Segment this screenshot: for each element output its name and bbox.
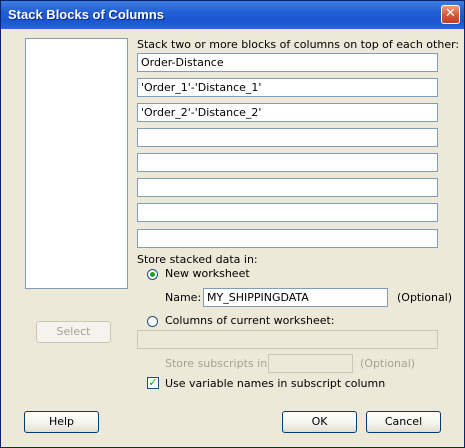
stack-row-5[interactable]: [137, 153, 438, 172]
stack-row-2[interactable]: 'Order_1'-'Distance_1': [137, 78, 438, 97]
stack-row-3[interactable]: 'Order_2'-'Distance_2': [137, 103, 438, 122]
use-variable-names-label: Use variable names in subscript column: [165, 377, 386, 390]
dialog-body: Stack two or more blocks of columns on t…: [4, 29, 461, 444]
ok-button[interactable]: OK: [282, 411, 357, 433]
columns-input[interactable]: [137, 330, 438, 349]
select-button[interactable]: Select: [36, 321, 111, 343]
close-icon: ✕: [445, 6, 456, 21]
dialog-title: Stack Blocks of Columns: [8, 7, 165, 22]
current-worksheet-radio[interactable]: [147, 316, 158, 327]
variable-listbox[interactable]: [25, 38, 128, 289]
checkmark-icon: ✓: [148, 376, 158, 389]
stack-instruction: Stack two or more blocks of columns on t…: [137, 38, 460, 51]
stack-row-8[interactable]: [137, 229, 438, 248]
worksheet-name-input[interactable]: MY_SHIPPINGDATA: [203, 288, 388, 307]
subscripts-optional-label: (Optional): [360, 357, 416, 370]
stack-row-6[interactable]: [137, 178, 438, 197]
cancel-button[interactable]: Cancel: [366, 411, 441, 433]
current-worksheet-label: Columns of current worksheet:: [165, 314, 335, 327]
use-variable-names-checkbox[interactable]: ✓: [147, 377, 159, 389]
store-heading: Store stacked data in:: [137, 253, 258, 266]
close-button[interactable]: ✕: [441, 5, 460, 24]
stack-row-1[interactable]: Order-Distance: [137, 53, 438, 72]
name-optional-label: (Optional): [397, 291, 453, 304]
subscripts-label: Store subscripts in:: [165, 357, 271, 370]
new-worksheet-radio[interactable]: [147, 269, 158, 280]
subscripts-input[interactable]: [268, 354, 353, 373]
new-worksheet-label: New worksheet: [165, 267, 250, 280]
title-bar[interactable]: Stack Blocks of Columns ✕: [1, 1, 464, 29]
dialog-window: Stack Blocks of Columns ✕ Stack two or m…: [0, 0, 465, 448]
stack-row-7[interactable]: [137, 203, 438, 222]
stack-row-4[interactable]: [137, 128, 438, 147]
help-button[interactable]: Help: [24, 411, 99, 433]
name-label: Name:: [165, 291, 202, 304]
